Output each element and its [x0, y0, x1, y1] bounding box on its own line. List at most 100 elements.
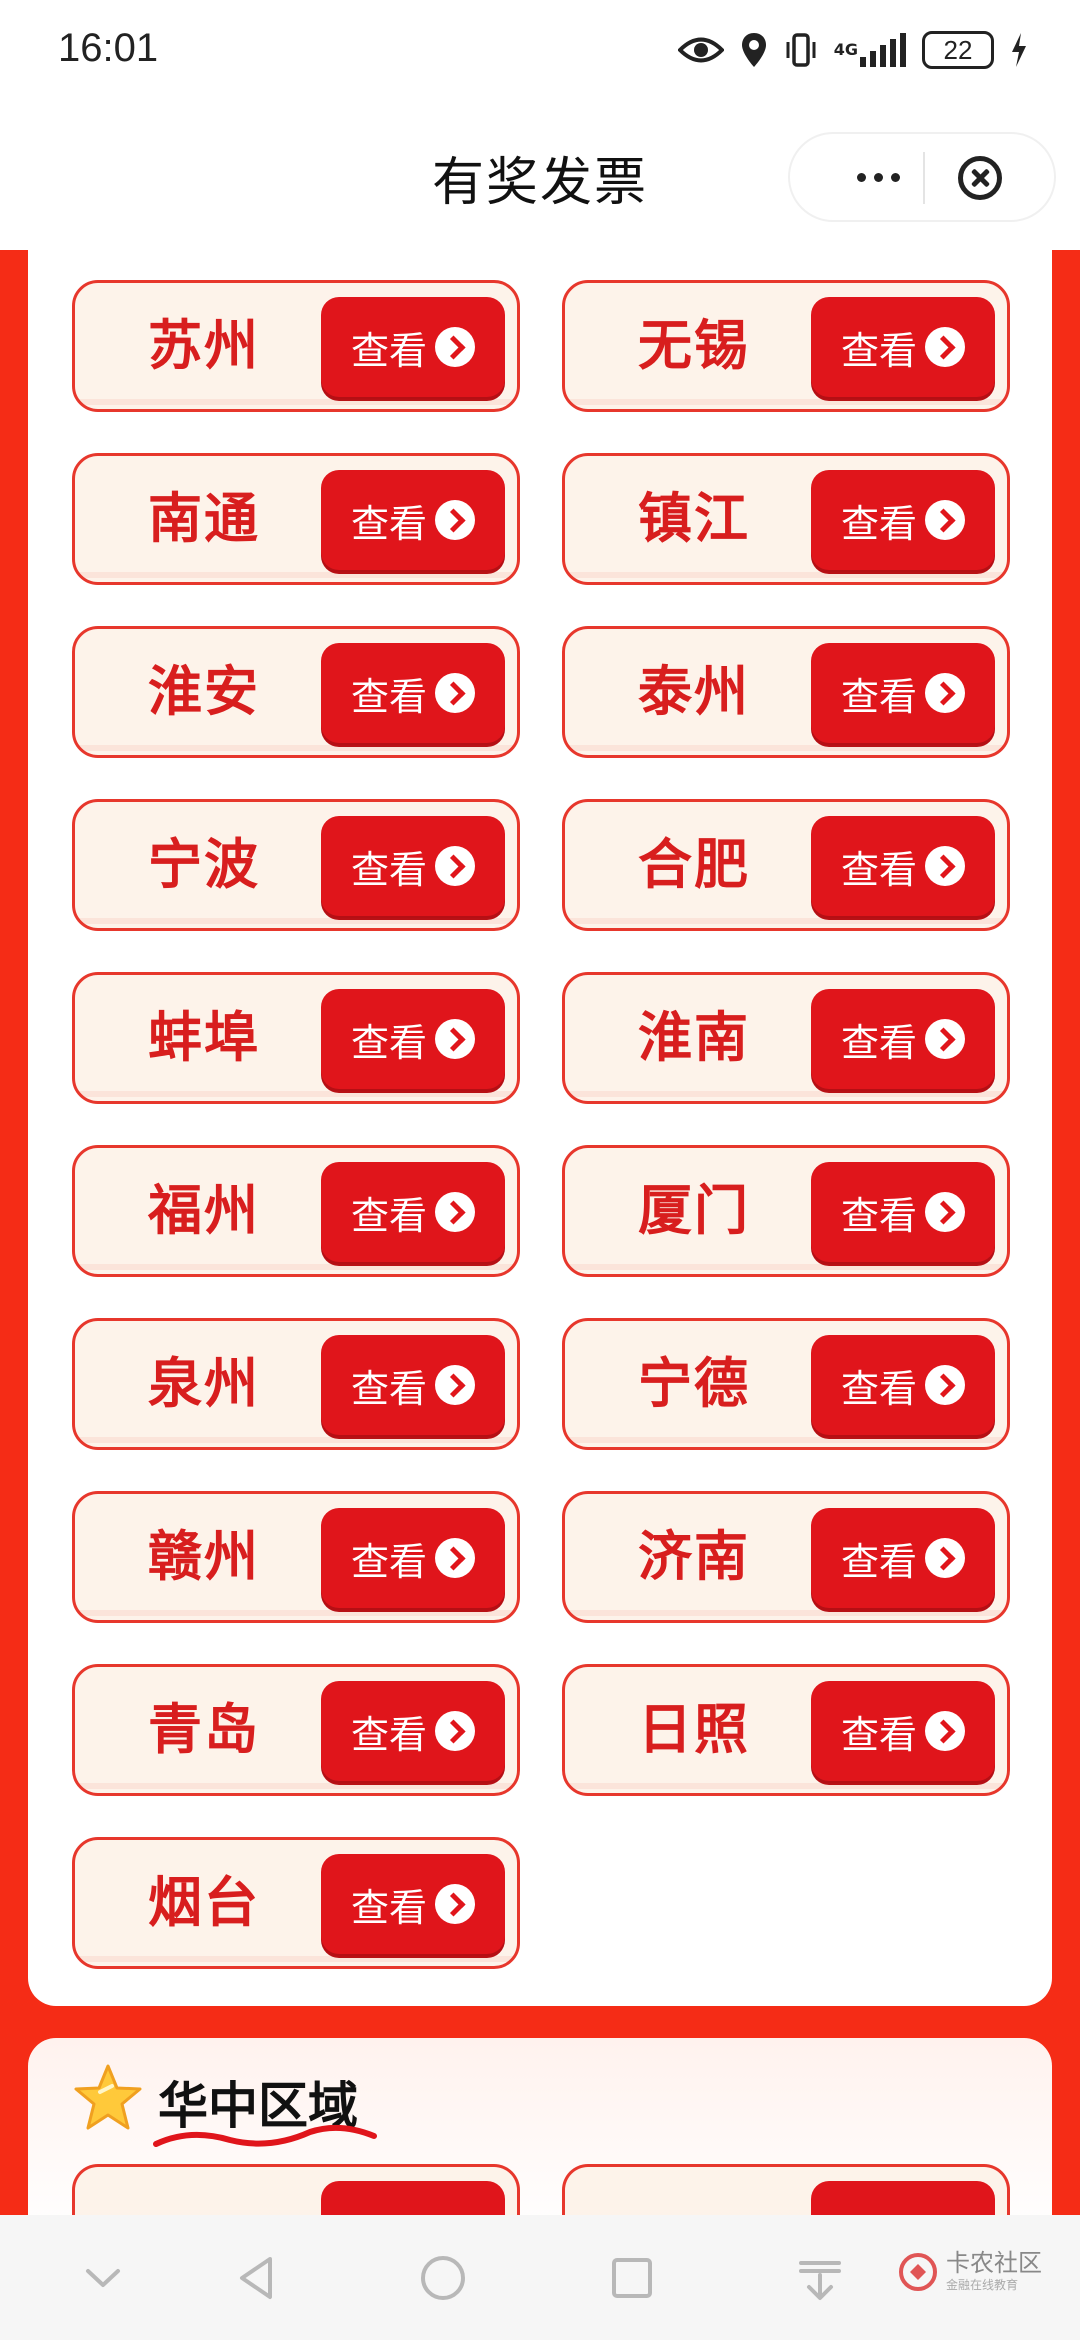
chevron-right-icon: [435, 673, 475, 713]
city-card: 淮安 查看: [72, 626, 520, 758]
city-name: 镇江: [638, 487, 750, 550]
chevron-right-icon: [435, 1192, 475, 1232]
view-button-label: 查看: [350, 328, 427, 373]
view-button[interactable]: 查看: [811, 1162, 995, 1262]
city-name: 南通: [148, 487, 260, 550]
chevron-right-icon: [925, 846, 965, 886]
city-card: 合肥 查看: [562, 799, 1010, 931]
city-card: 厦门 查看: [562, 1145, 1010, 1277]
city-card: 无锡 查看: [562, 280, 1010, 412]
view-button[interactable]: 查看: [321, 1162, 505, 1262]
city-card: 宁德 查看: [562, 1318, 1010, 1450]
chevron-right-icon: [435, 1019, 475, 1059]
view-button-label: 查看: [840, 1712, 917, 1757]
chevron-right-icon: [925, 1019, 965, 1059]
chevron-right-icon: [435, 327, 475, 367]
status-bar: 16:01 4G 22: [0, 0, 1080, 100]
chevron-right-icon: [925, 1365, 965, 1405]
view-button-label: 查看: [350, 1885, 427, 1930]
city-card: 南通 查看: [72, 453, 520, 585]
view-button[interactable]: 查看: [811, 1508, 995, 1608]
city-name: 厦门: [638, 1179, 750, 1242]
city-card: 日照 查看: [562, 1664, 1010, 1796]
chevron-right-icon: [925, 500, 965, 540]
star-icon: [74, 2064, 142, 2130]
view-button[interactable]: 查看: [811, 643, 995, 743]
view-button[interactable]: 查看: [321, 1508, 505, 1608]
view-button-label: 查看: [840, 1539, 917, 1584]
city-card: 宁波 查看: [72, 799, 520, 931]
watermark: 卡农社区 金融在线教育: [898, 2250, 1042, 2293]
chevron-right-icon: [925, 327, 965, 367]
city-card: 福州 查看: [72, 1145, 520, 1277]
capsule-divider: [923, 152, 925, 204]
view-button-label: 查看: [840, 328, 917, 373]
view-button-label: 查看: [840, 847, 917, 892]
view-button[interactable]: 查看: [321, 989, 505, 1089]
view-button-label: 查看: [350, 1712, 427, 1757]
city-name: 苏州: [148, 314, 260, 377]
view-button[interactable]: 查看: [811, 1335, 995, 1435]
view-button-label: 查看: [350, 847, 427, 892]
chevron-down-icon[interactable]: [78, 2253, 128, 2303]
close-circle-icon[interactable]: [958, 156, 1002, 200]
city-name: 赣州: [148, 1525, 260, 1588]
view-button-label: 查看: [350, 1539, 427, 1584]
city-name: 泉州: [148, 1352, 260, 1415]
chevron-right-icon: [435, 1711, 475, 1751]
view-button[interactable]: 查看: [321, 470, 505, 570]
view-button-label: 查看: [350, 674, 427, 719]
view-button-label: 查看: [350, 1020, 427, 1065]
view-button[interactable]: 查看: [811, 816, 995, 916]
chevron-right-icon: [925, 1192, 965, 1232]
city-name: 蚌埠: [148, 1006, 260, 1069]
city-name: 日照: [638, 1698, 750, 1761]
city-card: 苏州 查看: [72, 280, 520, 412]
view-button-label: 查看: [840, 1366, 917, 1411]
title-underline: [153, 2124, 377, 2147]
city-name: 无锡: [638, 314, 750, 377]
view-button[interactable]: 查看: [811, 989, 995, 1089]
view-button[interactable]: 查看: [811, 470, 995, 570]
view-button-label: 查看: [840, 501, 917, 546]
view-button[interactable]: 查看: [321, 643, 505, 743]
city-name: 淮南: [638, 1006, 750, 1069]
city-card: 泉州 查看: [72, 1318, 520, 1450]
view-button[interactable]: 查看: [321, 1681, 505, 1781]
view-button-label: 查看: [840, 1193, 917, 1238]
watermark-text: 卡农社区: [946, 2249, 1042, 2277]
chevron-right-icon: [925, 1538, 965, 1578]
view-button[interactable]: 查看: [321, 1335, 505, 1435]
city-name: 合肥: [638, 833, 750, 896]
signal-icon: 4G: [834, 28, 906, 72]
mini-program-capsule: [788, 132, 1056, 222]
city-name: 青岛: [148, 1698, 260, 1761]
view-button[interactable]: 查看: [811, 297, 995, 397]
vibrate-icon: [784, 28, 818, 72]
status-icons: 4G 22: [677, 28, 1028, 72]
download-icon[interactable]: [795, 2253, 845, 2303]
battery-icon: 22: [922, 31, 994, 69]
city-card: 蚌埠 查看: [72, 972, 520, 1104]
chevron-right-icon: [435, 846, 475, 886]
chevron-right-icon: [925, 673, 965, 713]
location-icon: [740, 28, 768, 72]
view-button[interactable]: 查看: [321, 297, 505, 397]
city-card: 济南 查看: [562, 1491, 1010, 1623]
recents-square-icon[interactable]: [607, 2253, 657, 2303]
view-button[interactable]: 查看: [811, 1681, 995, 1781]
view-button[interactable]: 查看: [321, 1854, 505, 1954]
city-card: 赣州 查看: [72, 1491, 520, 1623]
view-button[interactable]: 查看: [321, 816, 505, 916]
watermark-subtext: 金融在线教育: [946, 2278, 1019, 2292]
city-name: 宁波: [148, 833, 260, 896]
more-dots-icon[interactable]: [830, 134, 926, 220]
status-time: 16:01: [58, 26, 159, 70]
home-circle-icon[interactable]: [418, 2253, 468, 2303]
city-name: 济南: [638, 1525, 750, 1588]
view-button-label: 查看: [840, 674, 917, 719]
city-name: 宁德: [638, 1352, 750, 1415]
chevron-right-icon: [435, 1884, 475, 1924]
back-triangle-icon[interactable]: [232, 2253, 282, 2303]
city-name: 烟台: [148, 1871, 260, 1934]
